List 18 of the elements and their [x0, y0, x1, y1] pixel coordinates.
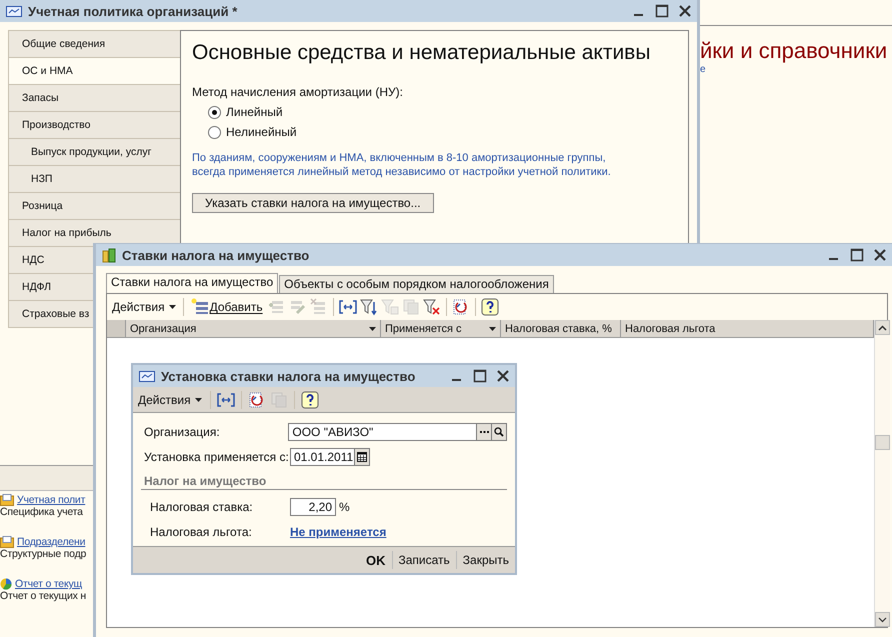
section-title: Налог на имущество — [141, 471, 507, 490]
field-label: Налоговая ставка: — [149, 500, 254, 514]
radio-label: Линейный — [226, 105, 283, 119]
window-title: Учетная политика организаций * — [28, 4, 238, 18]
window-title: Ставки налога на имущество — [122, 248, 310, 262]
unit-label: % — [339, 500, 350, 514]
field-label: Установка применяется с: — [143, 450, 290, 464]
window-title: Установка ставки налога на имущество — [161, 368, 416, 384]
page-heading: йки и справочники — [700, 38, 888, 64]
link-description: Отчет о текущих н — [0, 590, 87, 602]
section-heading: Основные средства и нематериальные активы — [192, 41, 650, 65]
link-description: Структурные подр — [0, 548, 88, 560]
field-label: Налоговая льгота: — [149, 525, 253, 539]
radio-label: Нелинейный — [226, 125, 297, 139]
link-description: Специфика учета — [0, 506, 84, 518]
field-label: Организация: — [143, 425, 221, 439]
info-note: По зданиям, сооружениям и НМА, включенным в 8-10 амортизационные группы, всегда применяется линейный метод независимо от настройки учетной политики. — [192, 151, 611, 179]
field-label: Метод начисления амортизации (НУ): — [192, 85, 403, 99]
